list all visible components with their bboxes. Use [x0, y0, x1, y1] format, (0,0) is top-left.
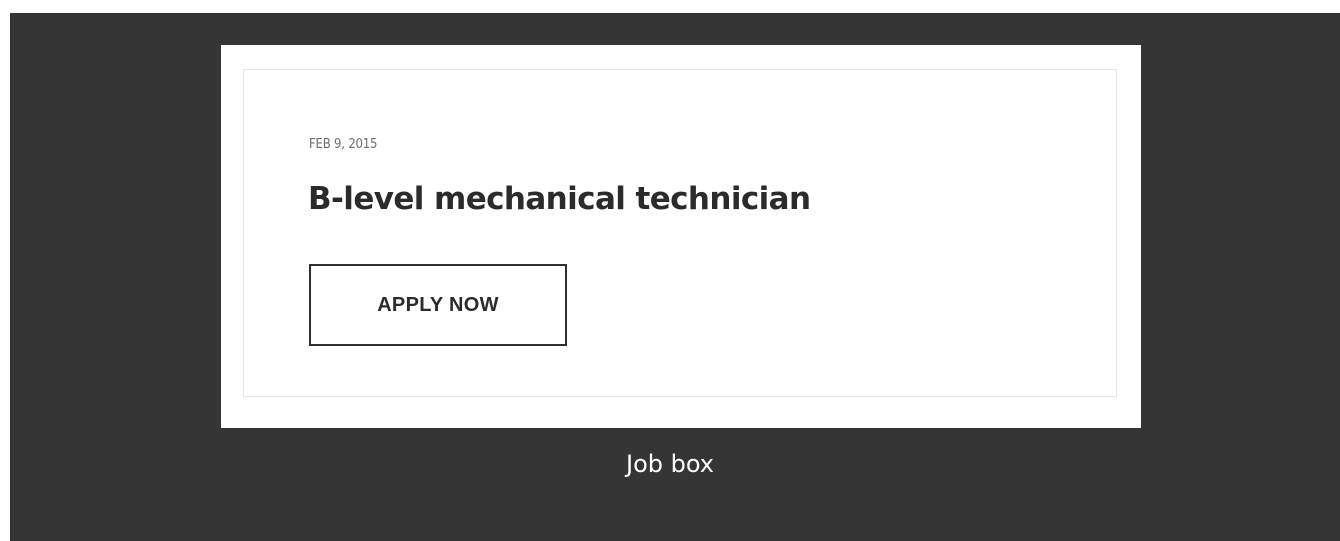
job-title: B-level mechanical technician — [308, 181, 811, 217]
job-posted-date: FEB 9, 2015 — [309, 137, 378, 152]
apply-now-button[interactable]: APPLY NOW — [309, 264, 567, 346]
caption: Job box — [625, 450, 714, 478]
job-box-card — [243, 69, 1117, 397]
